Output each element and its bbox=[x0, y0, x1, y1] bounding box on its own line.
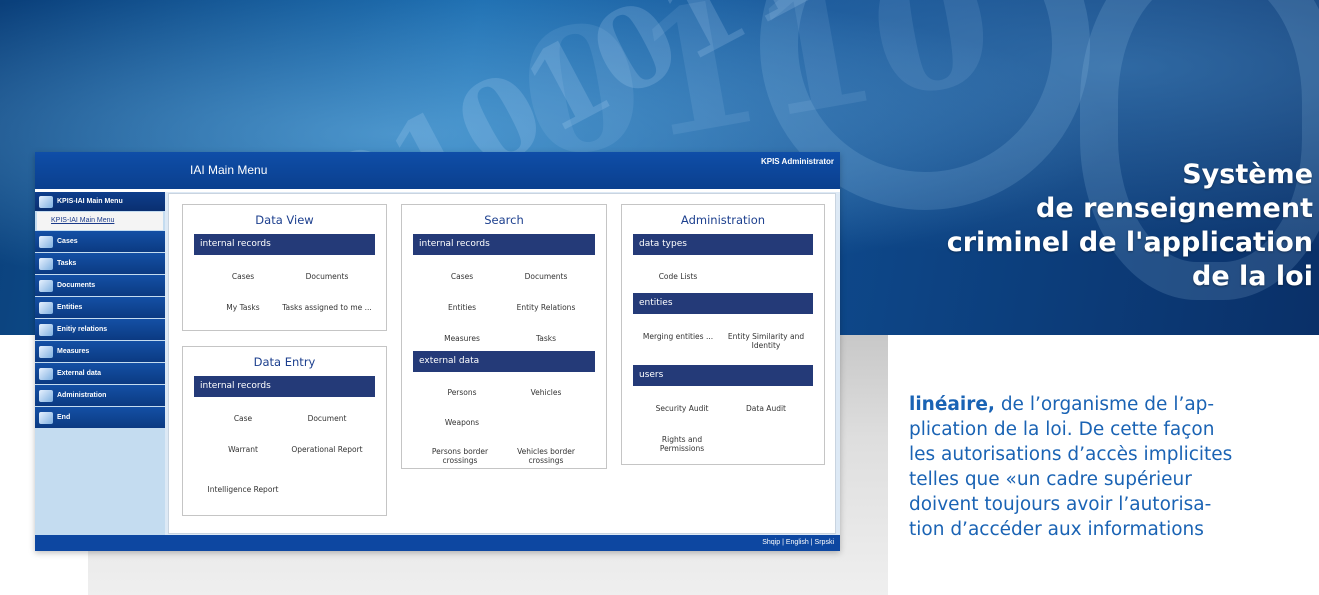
lang-english[interactable]: English bbox=[786, 539, 809, 546]
link-search-weapons[interactable]: Weapons bbox=[416, 418, 508, 427]
body-bold-lead: linéaire, bbox=[909, 394, 995, 415]
sidebar-item-label: External data bbox=[57, 370, 101, 377]
sidebar: KPIS-IAI Main Menu KPIS-IAI Main Menu Ca… bbox=[35, 192, 165, 535]
sidebar-subitem-main-menu[interactable]: KPIS-IAI Main Menu bbox=[37, 212, 163, 230]
link-entity-similarity[interactable]: Entity Similarity and Identity bbox=[726, 332, 806, 350]
sidebar-item-label: End bbox=[57, 414, 71, 421]
body-line-rest: de l’organisme de l’ap- bbox=[994, 394, 1215, 415]
sidebar-item-administration[interactable]: Administration bbox=[35, 385, 165, 406]
link-search-tasks[interactable]: Tasks bbox=[500, 334, 592, 343]
section-bar: entities bbox=[633, 293, 813, 314]
panel-title: Search bbox=[484, 213, 524, 227]
section-bar: data types bbox=[633, 234, 813, 255]
entity-relations-icon bbox=[39, 323, 53, 336]
link-merging-entities[interactable]: Merging entities ... bbox=[642, 332, 714, 341]
sidebar-item-measures[interactable]: Measures bbox=[35, 341, 165, 362]
section-bar: users bbox=[633, 365, 813, 386]
link-data-audit[interactable]: Data Audit bbox=[720, 404, 812, 413]
section-bar: internal records bbox=[194, 376, 375, 397]
link-search-documents[interactable]: Documents bbox=[500, 272, 592, 281]
language-switcher: Shqip | English | Srpski bbox=[762, 539, 834, 546]
body-line: doivent toujours avoir l’autorisa- bbox=[909, 494, 1212, 515]
app-footer: Shqip | English | Srpski bbox=[35, 535, 840, 551]
documents-icon bbox=[39, 279, 53, 292]
banner-title-line: de renseignement bbox=[1036, 193, 1313, 224]
lang-shqip[interactable]: Shqip bbox=[762, 539, 780, 546]
sidebar-item-label: Documents bbox=[57, 282, 96, 289]
sidebar-header-label: KPIS-IAI Main Menu bbox=[57, 198, 123, 205]
administration-panel: Administration data types Code Lists ent… bbox=[621, 204, 825, 465]
link-search-persons[interactable]: Persons bbox=[416, 388, 508, 397]
sidebar-item-entities[interactable]: Entities bbox=[35, 297, 165, 318]
link-my-tasks[interactable]: My Tasks bbox=[197, 303, 289, 312]
sidebar-item-documents[interactable]: Documents bbox=[35, 275, 165, 296]
sidebar-item-entity-relations[interactable]: Enitiy relations bbox=[35, 319, 165, 340]
measures-icon bbox=[39, 345, 53, 358]
link-rights-permissions[interactable]: Rights and Permissions bbox=[656, 435, 708, 453]
link-search-cases[interactable]: Cases bbox=[416, 272, 508, 281]
link-cases[interactable]: Cases bbox=[197, 272, 289, 281]
panel-title: Data View bbox=[255, 213, 314, 227]
link-tasks-assigned[interactable]: Tasks assigned to me ... bbox=[281, 303, 373, 312]
link-search-measures[interactable]: Measures bbox=[416, 334, 508, 343]
link-search-persons-border[interactable]: Persons border crossings bbox=[416, 447, 504, 465]
body-line: plication de la loi. De cette façon bbox=[909, 419, 1215, 440]
link-intelligence-report[interactable]: Intelligence Report bbox=[198, 485, 288, 494]
sidebar-item-label: Cases bbox=[57, 238, 78, 245]
link-search-vehicles[interactable]: Vehicles bbox=[500, 388, 592, 397]
link-case[interactable]: Case bbox=[197, 414, 289, 423]
body-line: linéaire, de l’organisme de l’ap- bbox=[909, 392, 1319, 417]
banner-title-line: Système bbox=[1182, 159, 1313, 190]
cases-icon bbox=[39, 235, 53, 248]
sidebar-item-label: Administration bbox=[57, 392, 107, 399]
body-text: linéaire, de l’organisme de l’ap- plicat… bbox=[909, 392, 1319, 542]
link-warrant[interactable]: Warrant bbox=[197, 445, 289, 454]
sidebar-item-external-data[interactable]: External data bbox=[35, 363, 165, 384]
body-line: tion d’accéder aux informations bbox=[909, 519, 1204, 540]
sidebar-item-label: Entities bbox=[57, 304, 83, 311]
main-menu-icon bbox=[39, 195, 53, 208]
sidebar-header[interactable]: KPIS-IAI Main Menu bbox=[35, 192, 165, 211]
section-bar: internal records bbox=[413, 234, 595, 255]
sidebar-item-label: Enitiy relations bbox=[57, 326, 108, 333]
content-area: Data View internal records Cases Documen… bbox=[165, 192, 840, 535]
panel-title: Administration bbox=[680, 213, 766, 227]
sidebar-item-cases[interactable]: Cases bbox=[35, 231, 165, 252]
data-entry-panel: Data Entry internal records Case Documen… bbox=[182, 346, 387, 516]
link-security-audit[interactable]: Security Audit bbox=[636, 404, 728, 413]
tasks-icon bbox=[39, 257, 53, 270]
app-window: IAI Main Menu KPIS Administrator KPIS-IA… bbox=[35, 152, 840, 551]
link-document[interactable]: Document bbox=[281, 414, 373, 423]
content-panel: Data View internal records Cases Documen… bbox=[168, 193, 836, 534]
lang-srpski[interactable]: Srpski bbox=[815, 539, 834, 546]
link-search-vehicles-border[interactable]: Vehicles border crossings bbox=[502, 447, 590, 465]
link-search-entity-relations[interactable]: Entity Relations bbox=[500, 303, 592, 312]
section-bar: external data bbox=[413, 351, 595, 372]
current-user[interactable]: KPIS Administrator bbox=[761, 157, 834, 166]
entities-icon bbox=[39, 301, 53, 314]
link-documents[interactable]: Documents bbox=[281, 272, 373, 281]
banner-title-line: criminel de l'application bbox=[946, 227, 1313, 258]
end-icon bbox=[39, 411, 53, 424]
administration-icon bbox=[39, 389, 53, 402]
sidebar-item-end[interactable]: End bbox=[35, 407, 165, 428]
section-bar: internal records bbox=[194, 234, 375, 255]
panel-title: Data Entry bbox=[253, 355, 316, 369]
link-code-lists[interactable]: Code Lists bbox=[632, 272, 724, 281]
sidebar-item-label: Tasks bbox=[57, 260, 77, 267]
link-operational-report[interactable]: Operational Report bbox=[287, 445, 367, 454]
body-line: les autorisations d’accès implicites bbox=[909, 444, 1233, 465]
banner-title: Système de renseignement criminel de l'a… bbox=[833, 158, 1313, 294]
data-view-panel: Data View internal records Cases Documen… bbox=[182, 204, 387, 331]
body-line: telles que «un cadre supérieur bbox=[909, 469, 1192, 490]
sidebar-item-tasks[interactable]: Tasks bbox=[35, 253, 165, 274]
search-panel: Search internal records Cases Documents … bbox=[401, 204, 607, 469]
app-title: IAI Main Menu bbox=[190, 163, 268, 177]
sidebar-item-label: Measures bbox=[57, 348, 90, 355]
external-data-icon bbox=[39, 367, 53, 380]
app-header: IAI Main Menu KPIS Administrator bbox=[35, 152, 840, 189]
link-search-entities[interactable]: Entities bbox=[416, 303, 508, 312]
banner-title-line: de la loi bbox=[1192, 261, 1313, 292]
